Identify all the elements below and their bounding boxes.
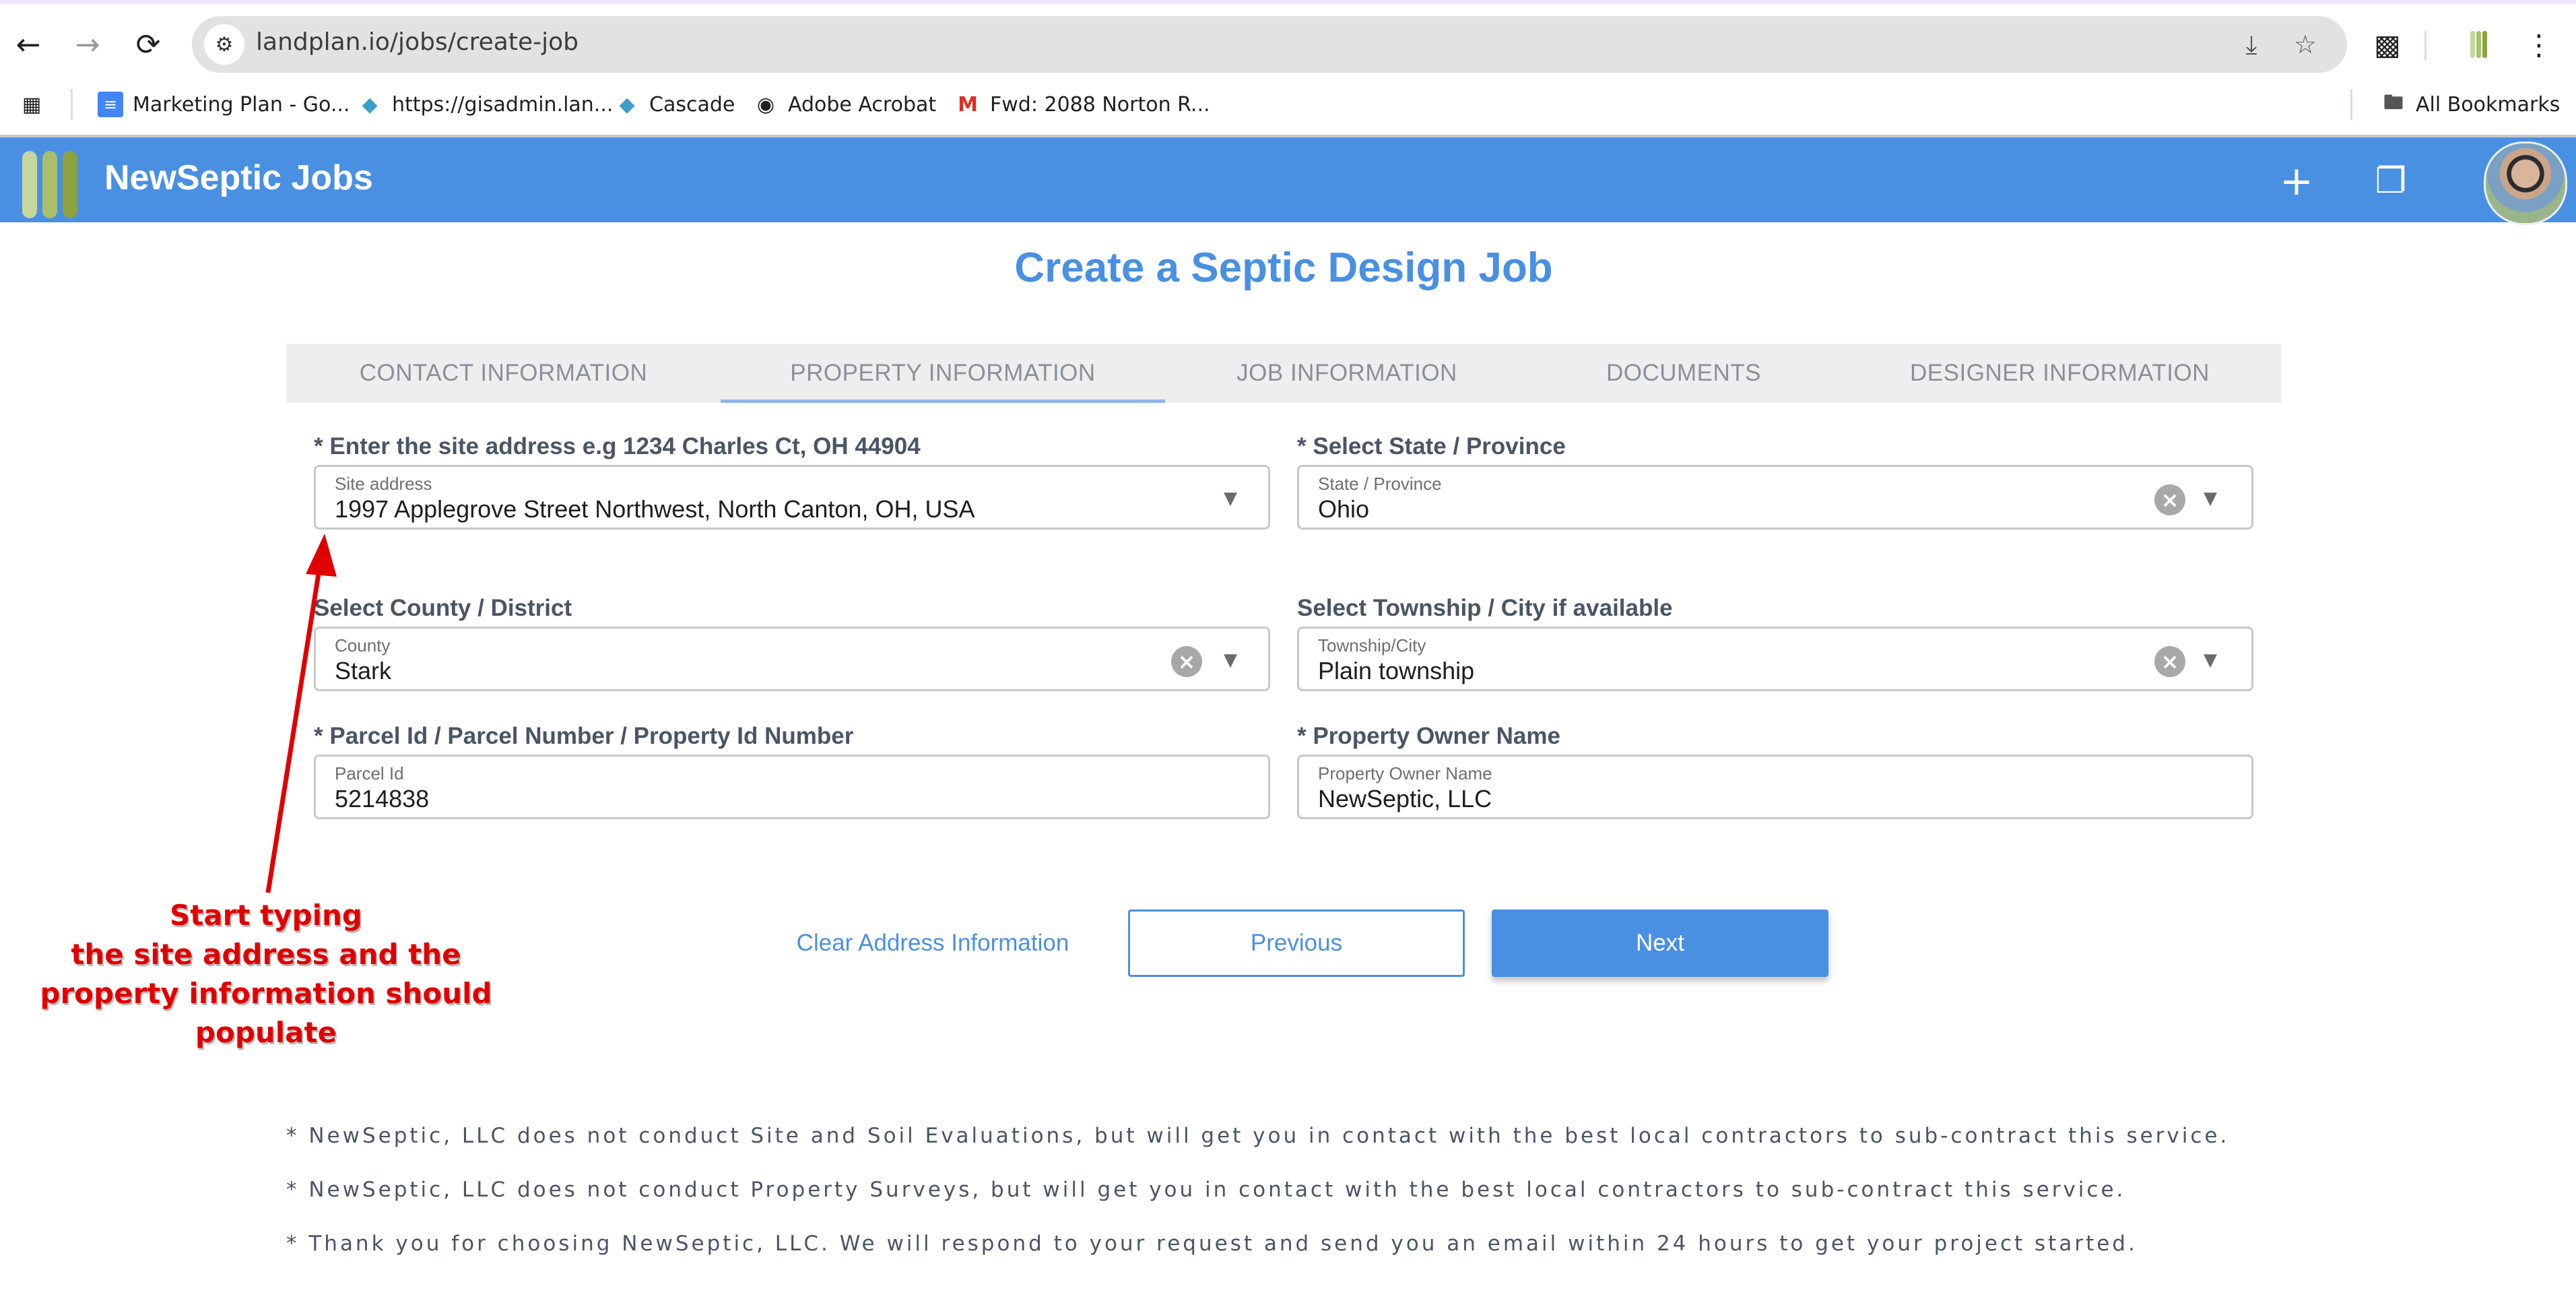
bookmark-item[interactable]: ◆ Cascade <box>614 86 735 123</box>
county-select[interactable]: County Stark × ▼ <box>314 627 1270 691</box>
annotation-line: Start typing <box>170 899 362 932</box>
address-bar[interactable]: ⚙ landplan.io/jobs/create-job ⤓ ☆ <box>192 16 2347 73</box>
acrobat-icon: ◉ <box>756 92 775 117</box>
page-title: Create a Septic Design Job <box>1014 245 1553 291</box>
active-tab-indicator <box>721 400 1165 403</box>
user-avatar[interactable] <box>2484 141 2567 225</box>
bookmark-star-icon[interactable]: ☆ <box>2286 26 2324 63</box>
tab-contact-information[interactable]: CONTACT INFORMATION <box>286 344 721 403</box>
township-caption: Township/City <box>1318 635 1426 656</box>
clear-icon[interactable]: × <box>2154 646 2185 677</box>
back-arrow-icon: ← <box>15 27 41 62</box>
bookmark-label: Cascade <box>649 92 735 117</box>
reload-icon: ⟳ <box>135 27 161 62</box>
township-label: Select Township / City if available <box>1297 595 1673 621</box>
footnote: * Thank you for choosing NewSeptic, LLC.… <box>286 1232 2138 1256</box>
annotation-arrow <box>265 534 337 893</box>
owner-label: * Property Owner Name <box>1297 723 1560 749</box>
bookmark-item[interactable]: ◉ Adobe Acrobat <box>753 86 936 123</box>
logo-bar <box>63 151 77 218</box>
annotation-line: the site address and the <box>71 938 461 971</box>
owner-value[interactable]: NewSeptic, LLC <box>1318 785 1492 813</box>
toolbar-separator <box>2424 31 2426 61</box>
township-select[interactable]: Township/City Plain township × ▼ <box>1297 627 2253 691</box>
clear-address-button[interactable]: Clear Address Information <box>774 910 1091 977</box>
bookmark-label: Adobe Acrobat <box>788 92 937 117</box>
state-select[interactable]: State / Province Ohio × ▼ <box>1297 465 2253 530</box>
url-text[interactable]: landplan.io/jobs/create-job <box>256 28 579 56</box>
township-value: Plain township <box>1318 657 1475 684</box>
reload-button[interactable]: ⟳ <box>128 24 168 65</box>
logo-bar <box>42 151 57 218</box>
chevron-down-icon[interactable]: ▼ <box>2198 650 2222 670</box>
bookmarks-bar: ▦ ≡ Marketing Plan - Go... ◆ https://gis… <box>0 74 2576 135</box>
bookmark-item[interactable]: M Fwd: 2088 Norton R... <box>955 86 1210 123</box>
bookmark-item[interactable]: ◆ https://gisadmin.lan... <box>357 86 613 123</box>
clear-icon[interactable]: × <box>2154 484 2185 515</box>
site-address-value[interactable]: 1997 Applegrove Street Northwest, North … <box>335 495 975 523</box>
globe-gis-icon: ◆ <box>619 92 635 117</box>
globe-gis-icon: ◆ <box>362 92 378 117</box>
forward-button[interactable]: → <box>67 24 108 65</box>
parcel-label: * Parcel Id / Parcel Number / Property I… <box>314 723 854 749</box>
bookmarks-separator <box>2350 89 2352 120</box>
footnote: * NewSeptic, LLC does not conduct Proper… <box>286 1178 2126 1202</box>
bookmark-label: https://gisadmin.lan... <box>392 92 614 117</box>
copy-icon[interactable]: ❐ <box>2367 158 2414 205</box>
annotation-line: property information should <box>40 977 492 1010</box>
bookmark-label: Fwd: 2088 Norton R... <box>990 92 1210 117</box>
all-bookmarks-label: All Bookmarks <box>2416 92 2561 117</box>
state-label: * Select State / Province <box>1297 433 1566 459</box>
forward-arrow-icon: → <box>75 27 100 62</box>
next-button[interactable]: Next <box>1492 910 1828 977</box>
newseptic-extension-icon[interactable] <box>2458 24 2499 65</box>
apps-grid-icon[interactable]: ▦ <box>19 86 44 123</box>
tab-designer-information[interactable]: DESIGNER INFORMATION <box>1839 344 2281 403</box>
logo-bar <box>22 151 37 218</box>
chevron-down-icon[interactable]: ▼ <box>1218 488 1243 509</box>
browser-menu-icon[interactable]: ⋮ <box>2519 24 2559 65</box>
browser-toolbar: ← → ⟳ ⚙ landplan.io/jobs/create-job ⤓ ☆ … <box>0 4 2576 74</box>
footnote: * NewSeptic, LLC does not conduct Site a… <box>286 1124 2230 1148</box>
app-title[interactable]: NewSeptic Jobs <box>104 158 373 198</box>
site-address-label: * Enter the site address e.g 1234 Charle… <box>314 433 921 459</box>
all-bookmarks-button[interactable]: 🖿 All Bookmarks <box>2381 86 2560 123</box>
site-address-field[interactable]: Site address 1997 Applegrove Street Nort… <box>314 465 1270 530</box>
chevron-down-icon[interactable]: ▼ <box>1218 650 1243 670</box>
folder-icon: 🖿 <box>2383 90 2404 115</box>
install-app-icon[interactable]: ⤓ <box>2233 26 2270 63</box>
owner-caption: Property Owner Name <box>1318 763 1492 784</box>
app-header: NewSeptic Jobs + ❐ <box>0 137 2576 225</box>
form-tabs: CONTACT INFORMATION PROPERTY INFORMATION… <box>286 344 2281 403</box>
clear-icon[interactable]: × <box>1171 646 1202 677</box>
parcel-id-input[interactable]: Parcel Id 5214838 <box>314 755 1270 819</box>
google-docs-icon: ≡ <box>98 92 123 117</box>
bookmark-label: Marketing Plan - Go... <box>133 92 350 117</box>
add-job-icon[interactable]: + <box>2273 158 2320 205</box>
back-button[interactable]: ← <box>8 24 48 65</box>
previous-button[interactable]: Previous <box>1128 910 1465 977</box>
site-info-icon[interactable]: ⚙ <box>204 24 244 65</box>
tab-property-information[interactable]: PROPERTY INFORMATION <box>721 344 1165 403</box>
arrow-head <box>306 534 337 577</box>
extensions-icon[interactable]: ▩ <box>2367 24 2408 65</box>
app-logo[interactable] <box>22 137 83 222</box>
annotation-line: populate <box>195 1016 337 1049</box>
bookmarks-separator <box>71 89 73 120</box>
owner-name-input[interactable]: Property Owner Name NewSeptic, LLC <box>1297 755 2253 819</box>
state-caption: State / Province <box>1318 474 1442 494</box>
arrow-shaft <box>265 552 325 893</box>
bookmark-item[interactable]: ≡ Marketing Plan - Go... <box>98 86 350 123</box>
site-address-caption: Site address <box>335 474 432 494</box>
state-value: Ohio <box>1318 495 1370 523</box>
gmail-icon: M <box>958 92 978 117</box>
tab-job-information[interactable]: JOB INFORMATION <box>1165 344 1529 403</box>
tab-documents[interactable]: DOCUMENTS <box>1529 344 1839 403</box>
chevron-down-icon[interactable]: ▼ <box>2198 488 2222 509</box>
annotation-callout: Start typing the site address and the pr… <box>27 896 505 1052</box>
